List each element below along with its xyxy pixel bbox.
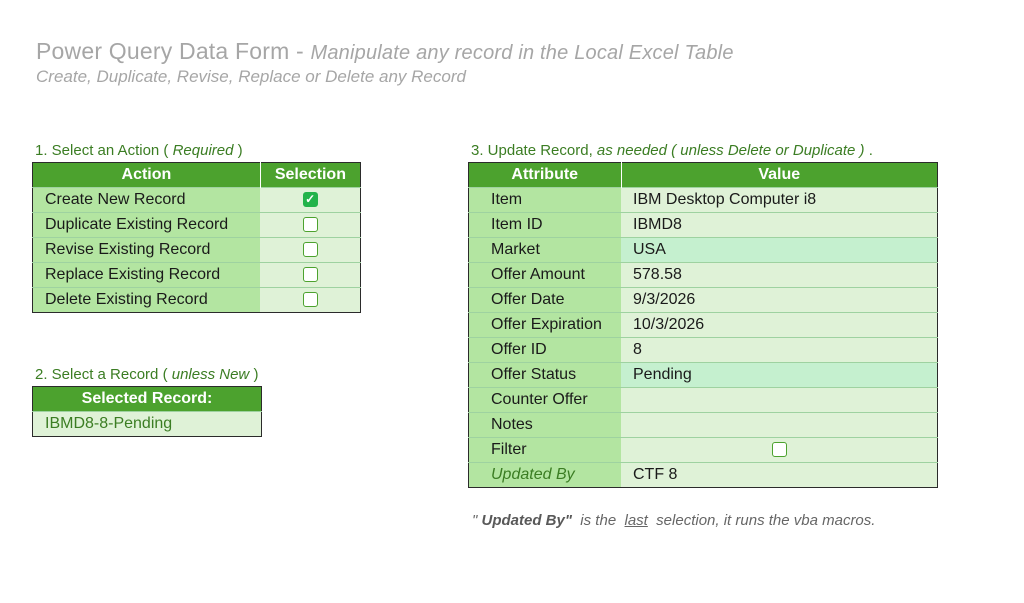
attribute-name: Filter	[468, 437, 621, 463]
attribute-name: Offer Amount	[468, 262, 621, 288]
attribute-row: Offer Date 9/3/2026	[468, 287, 938, 313]
section3-emph: as needed ( unless Delete or Duplicate )	[596, 142, 865, 159]
page-title: Power Query Data Form - Manipulate any r…	[36, 38, 734, 65]
checkbox-empty-icon[interactable]	[302, 267, 318, 283]
attribute-name: Offer Status	[468, 362, 621, 388]
attribute-name: Item ID	[468, 212, 621, 238]
attribute-value[interactable]: Pending	[621, 362, 938, 388]
footnote-part2: is the	[571, 512, 625, 529]
attribute-row: Filter	[468, 437, 938, 463]
title-sub: Manipulate any record in the Local Excel…	[310, 42, 734, 64]
attribute-value[interactable]: 578.58	[621, 262, 938, 288]
section3-label: 3. Update Record, as needed ( unless Del…	[471, 142, 873, 159]
section3-text: 3. Update Record,	[471, 142, 597, 159]
attribute-row: Offer Amount 578.58	[468, 262, 938, 288]
action-table: Action Selection Create New Record ✓ Dup…	[32, 162, 361, 313]
attribute-value[interactable]: IBM Desktop Computer i8	[621, 187, 938, 213]
attribute-row: Notes	[468, 412, 938, 438]
footnote-underline: last	[624, 512, 648, 529]
action-row: Revise Existing Record	[32, 237, 361, 263]
page-subtitle: Create, Duplicate, Revise, Replace or De…	[36, 67, 466, 86]
attribute-name: Item	[468, 187, 621, 213]
footnote-part1: "	[472, 512, 482, 529]
action-selection-cell[interactable]	[260, 262, 361, 288]
section1-text: 1. Select an Action (	[35, 142, 173, 159]
page-header: Power Query Data Form - Manipulate any r…	[36, 38, 734, 87]
section3-suffix: .	[864, 142, 873, 159]
attribute-table: Attribute Value Item IBM Desktop Compute…	[468, 162, 938, 488]
section1-suffix: )	[233, 142, 243, 159]
footnote-bold: Updated By"	[481, 512, 572, 529]
attribute-value[interactable]: 10/3/2026	[621, 312, 938, 338]
footnote: " Updated By" is the last selection, it …	[472, 512, 875, 529]
attribute-row: Offer Status Pending	[468, 362, 938, 388]
action-label: Duplicate Existing Record	[32, 212, 261, 238]
attribute-value[interactable]	[621, 387, 938, 413]
attribute-value[interactable]: IBMD8	[621, 212, 938, 238]
selected-record-table: Selected Record: IBMD8-8-Pending	[32, 386, 262, 437]
action-selection-cell[interactable]	[260, 212, 361, 238]
action-label: Delete Existing Record	[32, 287, 261, 313]
action-label: Create New Record	[32, 187, 261, 213]
selection-header: Selection	[259, 162, 361, 188]
attribute-row: Item IBM Desktop Computer i8	[468, 187, 938, 213]
attribute-row: Offer Expiration 10/3/2026	[468, 312, 938, 338]
attribute-header: Attribute	[468, 162, 621, 188]
attribute-name: Offer Date	[468, 287, 621, 313]
action-selection-cell[interactable]	[260, 287, 361, 313]
attribute-value[interactable]: CTF 8	[621, 462, 938, 488]
attribute-value[interactable]: 9/3/2026	[621, 287, 938, 313]
attribute-name: Counter Offer	[468, 387, 621, 413]
action-label: Replace Existing Record	[32, 262, 261, 288]
checkbox-empty-icon[interactable]	[302, 242, 318, 258]
section1-emph: Required	[172, 142, 234, 159]
footnote-part3: selection, it runs the vba macros.	[647, 512, 876, 529]
checkbox-checked-icon[interactable]: ✓	[302, 192, 318, 208]
action-header: Action	[32, 162, 261, 188]
checkbox-empty-icon[interactable]	[302, 292, 318, 308]
attribute-row: Counter Offer	[468, 387, 938, 413]
attribute-row: Updated By CTF 8	[468, 462, 938, 488]
attribute-value[interactable]: USA	[621, 237, 938, 263]
action-row: Delete Existing Record	[32, 287, 361, 313]
action-selection-cell[interactable]	[260, 237, 361, 263]
section2-suffix: )	[249, 366, 259, 383]
value-header: Value	[620, 162, 938, 188]
attribute-name: Offer Expiration	[468, 312, 621, 338]
section2-label: 2. Select a Record ( unless New )	[35, 366, 258, 383]
filter-cell[interactable]	[621, 437, 938, 463]
selected-record-header: Selected Record:	[32, 386, 262, 412]
section2-text: 2. Select a Record (	[35, 366, 172, 383]
action-row: Duplicate Existing Record	[32, 212, 361, 238]
checkbox-empty-icon[interactable]	[771, 442, 787, 458]
checkbox-empty-icon[interactable]	[302, 217, 318, 233]
action-selection-cell[interactable]: ✓	[260, 187, 361, 213]
selected-record-value[interactable]: IBMD8-8-Pending	[32, 411, 262, 437]
action-row: Replace Existing Record	[32, 262, 361, 288]
attribute-name: Offer ID	[468, 337, 621, 363]
attribute-name: Notes	[468, 412, 621, 438]
section1-label: 1. Select an Action ( Required )	[35, 142, 243, 159]
attribute-row: Market USA	[468, 237, 938, 263]
attribute-row: Offer ID 8	[468, 337, 938, 363]
action-row: Create New Record ✓	[32, 187, 361, 213]
attribute-value[interactable]	[621, 412, 938, 438]
attribute-row: Item ID IBMD8	[468, 212, 938, 238]
attribute-name: Updated By	[468, 462, 621, 488]
action-label: Revise Existing Record	[32, 237, 261, 263]
section2-emph: unless New	[171, 366, 250, 383]
attribute-name: Market	[468, 237, 621, 263]
title-main: Power Query Data Form -	[36, 38, 311, 64]
attribute-value[interactable]: 8	[621, 337, 938, 363]
